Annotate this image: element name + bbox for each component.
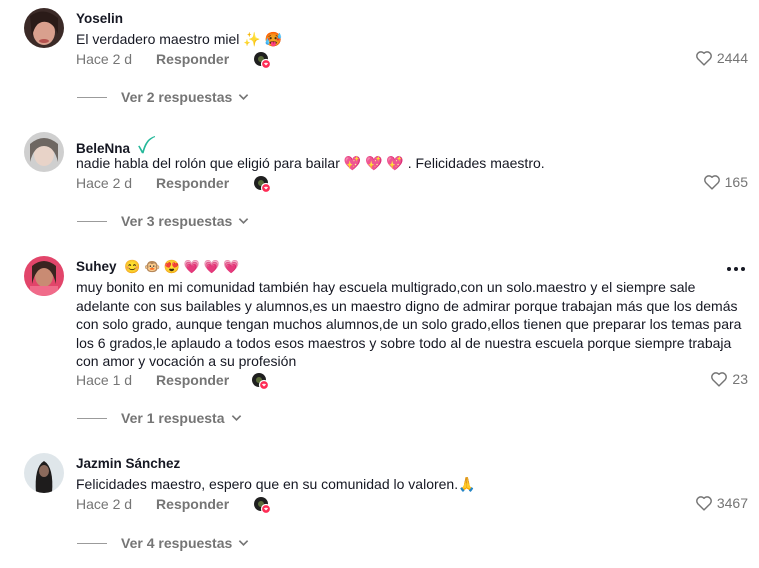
username-text: Suhey — [76, 259, 117, 274]
view-replies-label: Ver 2 respuestas — [121, 89, 233, 105]
creator-liked-avatar-icon — [253, 175, 272, 194]
comment-text: muy bonito en mi comunidad también hay e… — [76, 279, 742, 369]
chevron-down-icon — [231, 415, 241, 422]
divider-line — [77, 220, 107, 222]
reply-button[interactable]: Responder — [156, 496, 229, 512]
heart-outline-icon — [703, 175, 720, 190]
view-replies-label: Ver 4 respuestas — [121, 535, 233, 551]
creator-liked-avatar-icon — [251, 372, 270, 391]
comment-meta: Hace 2 d Responder — [76, 496, 229, 512]
creator-liked-avatar-icon — [253, 51, 272, 70]
like-count: 2444 — [716, 50, 748, 66]
timestamp: Hace 2 d — [76, 175, 133, 191]
username[interactable]: Jazmin Sánchez — [76, 456, 180, 471]
chevron-down-icon — [239, 540, 249, 547]
timestamp: Hace 2 d — [76, 51, 133, 67]
comment-text: nadie habla del rolón que eligió para ba… — [76, 155, 545, 171]
creator-liked-avatar-icon — [253, 496, 272, 515]
avatar[interactable] — [24, 453, 64, 493]
username-emojis: 😊 🐵 😍 💗 💗 💗 — [124, 259, 240, 275]
reply-button[interactable]: Responder — [156, 175, 229, 191]
view-replies-button[interactable]: Ver 3 respuestas — [77, 213, 249, 229]
avatar[interactable] — [24, 132, 64, 172]
reply-button[interactable]: Responder — [156, 372, 229, 388]
heart-outline-icon — [711, 372, 728, 387]
comment-text: El verdadero maestro miel ✨ 🥵 — [76, 31, 283, 47]
timestamp: Hace 1 d — [76, 372, 133, 388]
dot — [734, 267, 738, 271]
comment-meta: Hace 1 d Responder — [76, 372, 229, 388]
chevron-down-icon — [239, 218, 249, 225]
dot — [727, 267, 731, 271]
divider-line — [77, 96, 107, 98]
heart-outline-icon — [695, 496, 712, 511]
like-count: 165 — [724, 174, 748, 190]
more-options-icon[interactable] — [725, 267, 747, 271]
like-button[interactable]: 2444 — [695, 50, 748, 66]
like-button[interactable]: 23 — [710, 371, 748, 387]
like-button[interactable]: 3467 — [695, 495, 748, 511]
comment-text: Felicidades maestro, espero que en su co… — [76, 476, 476, 492]
view-replies-button[interactable]: Ver 1 respuesta — [77, 410, 242, 426]
dot — [741, 267, 745, 271]
view-replies-button[interactable]: Ver 2 respuestas — [77, 89, 249, 105]
heart-outline-icon — [695, 51, 712, 66]
like-button[interactable]: 165 — [703, 174, 748, 190]
comment-meta: Hace 2 d Responder — [76, 175, 229, 191]
username[interactable]: Yoselin — [76, 11, 123, 26]
view-replies-label: Ver 3 respuestas — [121, 213, 233, 229]
like-count: 23 — [732, 371, 748, 387]
chevron-down-icon — [239, 94, 249, 101]
divider-line — [77, 542, 107, 544]
timestamp: Hace 2 d — [76, 496, 133, 512]
avatar[interactable] — [24, 8, 64, 48]
reply-button[interactable]: Responder — [156, 51, 229, 67]
comment-meta: Hace 2 d Responder — [76, 51, 229, 67]
divider-line — [77, 417, 107, 419]
username[interactable]: Suhey 😊 🐵 😍 💗 💗 💗 — [76, 259, 239, 275]
view-replies-button[interactable]: Ver 4 respuestas — [77, 535, 249, 551]
view-replies-label: Ver 1 respuesta — [121, 410, 225, 426]
avatar[interactable] — [24, 256, 64, 296]
like-count: 3467 — [716, 495, 748, 511]
